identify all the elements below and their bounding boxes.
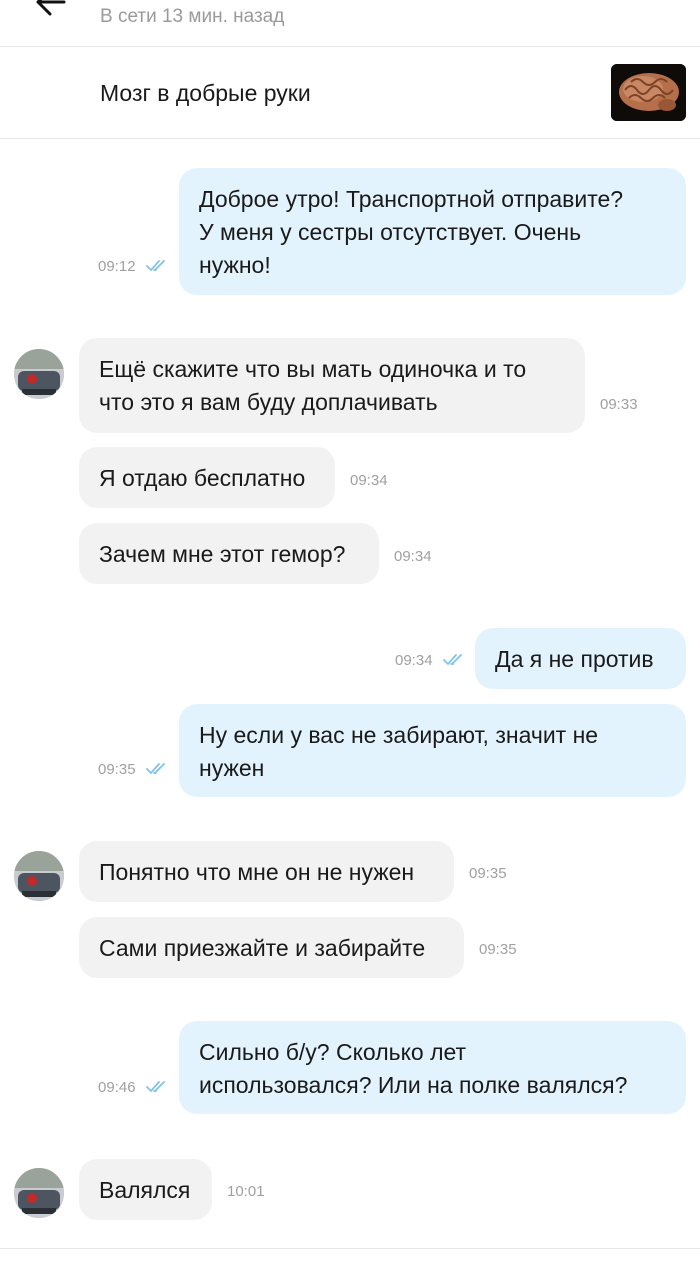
listing-header[interactable]: Мозг в добрые руки (0, 47, 700, 139)
message-time: 09:33 (600, 396, 638, 413)
message-bubble-outgoing[interactable]: Доброе утро! Транспортной отправите? У м… (179, 168, 686, 295)
message-time: 09:35 (98, 761, 136, 778)
message-bubble-outgoing[interactable]: Ну если у вас не забирают, значит не нуж… (179, 704, 686, 797)
message-time: 09:34 (350, 472, 388, 489)
double-check-icon (146, 1081, 165, 1093)
back-arrow-icon[interactable] (30, 0, 70, 20)
message-bubble-incoming[interactable]: Я отдаю бесплатно (79, 447, 335, 508)
message-bubble-outgoing[interactable]: Сильно б/у? Сколько лет использовался? И… (179, 1021, 686, 1114)
message-time: 09:35 (469, 865, 507, 882)
message-bubble-outgoing[interactable]: Да я не против (475, 628, 686, 689)
message-bubble-incoming[interactable]: Зачем мне этот гемор? (79, 523, 379, 584)
top-bar: В сети 13 мин. назад (0, 0, 700, 47)
message-time: 09:12 (98, 258, 136, 275)
message-bubble-incoming[interactable]: Сами приезжайте и забирайте (79, 917, 464, 978)
message-bubble-incoming[interactable]: Валялся (79, 1159, 212, 1220)
message-time: 10:01 (227, 1183, 265, 1200)
message-bubble-incoming[interactable]: Понятно что мне он не нужен (79, 841, 454, 902)
message-time: 09:34 (395, 652, 433, 669)
user-avatar[interactable] (14, 851, 64, 901)
user-avatar[interactable] (14, 1168, 64, 1218)
double-check-icon (146, 260, 165, 272)
user-avatar[interactable] (14, 349, 64, 399)
listing-thumbnail[interactable] (611, 64, 686, 121)
divider (0, 1248, 700, 1249)
message-bubble-incoming[interactable]: Ещё скажите что вы мать одиночка и то чт… (79, 338, 585, 433)
online-status: В сети 13 мин. назад (100, 6, 285, 27)
message-time: 09:34 (394, 548, 432, 565)
message-time: 09:46 (98, 1079, 136, 1096)
listing-title: Мозг в добрые руки (100, 80, 311, 106)
message-time: 09:35 (479, 941, 517, 958)
double-check-icon (443, 654, 462, 666)
double-check-icon (146, 763, 165, 775)
